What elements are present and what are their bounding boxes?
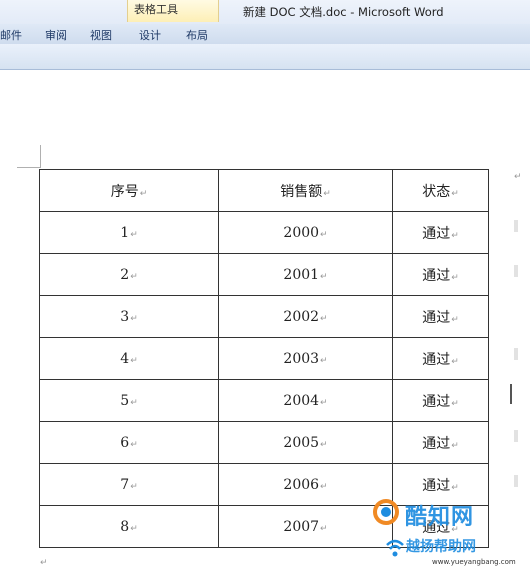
margin-corner-vertical xyxy=(40,145,41,167)
table-row: 2↵ 2001↵ 通过↵ xyxy=(39,253,489,296)
cell-end-mark: ↵ xyxy=(320,523,328,534)
ribbon-body xyxy=(0,44,530,70)
table-row: 4↵ 2003↵ 通过↵ xyxy=(39,337,489,380)
header-cell-sales[interactable]: 销售额↵ xyxy=(218,169,393,212)
watermark-brand-bottom: 越扬帮助网 xyxy=(406,539,476,555)
table-tools-contextual-label: 表格工具 xyxy=(127,0,219,22)
margin-corner-horizontal xyxy=(17,167,41,168)
cell-end-mark: ↵ xyxy=(451,230,459,241)
ribbon-tab-bar: 邮件 审阅 视图 设计 布局 xyxy=(0,24,530,44)
cell-end-mark: ↵ xyxy=(130,355,138,366)
cell-end-mark: ↵ xyxy=(320,313,328,324)
tab-design[interactable]: 设计 xyxy=(139,27,161,43)
cell-end-mark: ↵ xyxy=(130,271,138,282)
table-cell[interactable]: 5↵ xyxy=(39,379,219,422)
cell-end-mark: ↵ xyxy=(451,440,459,451)
window-title: 新建 DOC 文档.doc - Microsoft Word xyxy=(243,5,444,19)
table-cell[interactable]: 6↵ xyxy=(39,421,219,464)
table-cell[interactable]: 通过↵ xyxy=(392,211,489,254)
table-cell[interactable]: 通过↵ xyxy=(392,337,489,380)
table-cell[interactable]: 2007↵ xyxy=(218,505,393,548)
table-header-row: 序号↵ 销售额↵ 状态↵ xyxy=(39,169,489,212)
cell-end-mark: ↵ xyxy=(130,397,138,408)
cell-end-mark: ↵ xyxy=(323,188,331,199)
row-end-nub xyxy=(514,220,518,232)
cell-end-mark: ↵ xyxy=(320,397,328,408)
table-cell[interactable]: 通过↵ xyxy=(392,421,489,464)
row-end-nub xyxy=(514,475,518,487)
watermark-brand-top: 酷知网 xyxy=(405,505,475,530)
document-page[interactable]: 序号↵ 销售额↵ 状态↵ 1↵ 2000↵ 通过↵ 2↵ 2001↵ 通过↵ 3… xyxy=(0,70,530,573)
table-row: 3↵ 2002↵ 通过↵ xyxy=(39,295,489,338)
tab-review[interactable]: 审阅 xyxy=(45,27,67,43)
cell-end-mark: ↵ xyxy=(130,523,138,534)
table-cell[interactable]: 2003↵ xyxy=(218,337,393,380)
cell-end-mark: ↵ xyxy=(451,188,459,199)
cell-end-mark: ↵ xyxy=(320,481,328,492)
table-cell[interactable]: 2002↵ xyxy=(218,295,393,338)
table-cell[interactable]: 4↵ xyxy=(39,337,219,380)
table-row: 6↵ 2005↵ 通过↵ xyxy=(39,421,489,464)
cell-end-mark: ↵ xyxy=(130,481,138,492)
cell-end-mark: ↵ xyxy=(320,229,328,240)
cell-end-mark: ↵ xyxy=(130,439,138,450)
table-cell[interactable]: 2001↵ xyxy=(218,253,393,296)
header-cell-status[interactable]: 状态↵ xyxy=(392,169,489,212)
header-cell-index[interactable]: 序号↵ xyxy=(39,169,219,212)
cell-end-mark: ↵ xyxy=(451,398,459,409)
table-cell[interactable]: 3↵ xyxy=(39,295,219,338)
cell-end-mark: ↵ xyxy=(320,439,328,450)
cell-end-mark: ↵ xyxy=(320,271,328,282)
table-cell[interactable]: 通过↵ xyxy=(392,253,489,296)
text-cursor xyxy=(510,384,512,404)
table-cell[interactable]: 通过↵ xyxy=(392,379,489,422)
table-cell[interactable]: 1↵ xyxy=(39,211,219,254)
tab-layout[interactable]: 布局 xyxy=(186,27,208,43)
table-cell[interactable]: 7↵ xyxy=(39,463,219,506)
row-end-nub xyxy=(514,348,518,360)
cell-end-mark: ↵ xyxy=(451,482,459,493)
cell-end-mark: ↵ xyxy=(451,314,459,325)
cell-end-mark: ↵ xyxy=(130,229,138,240)
paragraph-end-mark: ↵ xyxy=(40,558,48,568)
cell-end-mark: ↵ xyxy=(130,313,138,324)
tab-view[interactable]: 视图 xyxy=(90,27,112,43)
cell-end-mark: ↵ xyxy=(451,356,459,367)
cell-end-mark: ↵ xyxy=(451,272,459,283)
table-cell[interactable]: 8↵ xyxy=(39,505,219,548)
table-cell[interactable]: 2000↵ xyxy=(218,211,393,254)
table-cell[interactable]: 2004↵ xyxy=(218,379,393,422)
table-row: 1↵ 2000↵ 通过↵ xyxy=(39,211,489,254)
cell-end-mark: ↵ xyxy=(139,188,148,199)
table-cell[interactable]: 2006↵ xyxy=(218,463,393,506)
watermark-wifi-icon xyxy=(386,539,404,557)
cell-end-mark: ↵ xyxy=(320,355,328,366)
table-row: 5↵ 2004↵ 通过↵ xyxy=(39,379,489,422)
table-cell[interactable]: 2005↵ xyxy=(218,421,393,464)
row-end-nub xyxy=(514,430,518,442)
tab-mailings[interactable]: 邮件 xyxy=(0,27,22,43)
watermark-url: www.yueyangbang.com xyxy=(432,558,516,566)
table-cell[interactable]: 2↵ xyxy=(39,253,219,296)
watermark-logo-icon xyxy=(373,499,399,525)
table-cell[interactable]: 通过↵ xyxy=(392,295,489,338)
row-end-mark: ↵ xyxy=(514,172,522,182)
row-end-nub xyxy=(514,265,518,277)
sales-table[interactable]: 序号↵ 销售额↵ 状态↵ 1↵ 2000↵ 通过↵ 2↵ 2001↵ 通过↵ 3… xyxy=(39,169,489,548)
